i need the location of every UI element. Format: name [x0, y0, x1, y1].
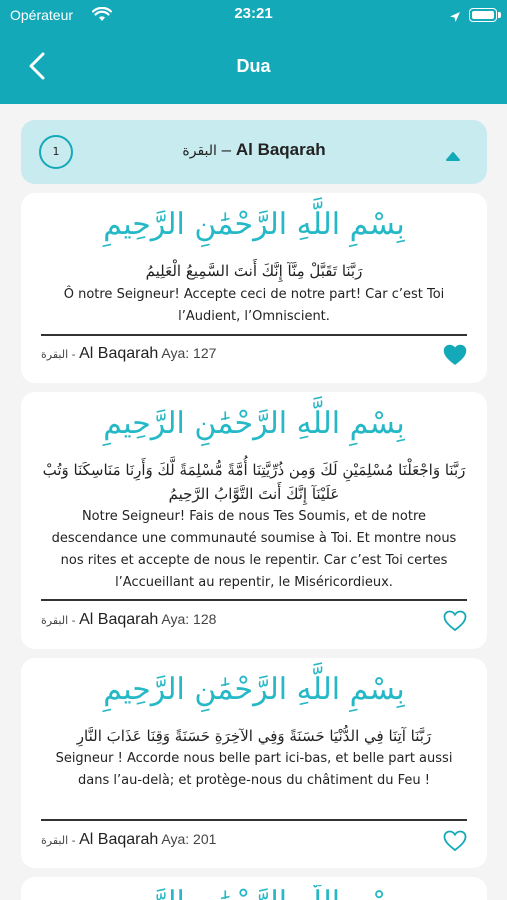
dua-card: بِسْمِ اللَّهِ الرَّحْمَٰنِ الرَّحِيمِ ر… — [21, 193, 487, 383]
clock: 23:21 — [234, 5, 273, 22]
page-title: Dua — [236, 56, 271, 76]
divider — [41, 334, 467, 336]
section-name: Al Baqarah — [235, 140, 326, 159]
dua-card-partial: بِسْمِ اللَّهِ الرَّحْمَٰنِ الرَّحِيمِ — [21, 877, 487, 900]
collapse-caret-icon[interactable] — [445, 146, 461, 165]
dua-arabic-text: رَبَّنَا تَقَبَّلْ مِنَّآ إِنَّكَ أَنتَ … — [145, 262, 363, 280]
reference-separator: - — [68, 614, 80, 627]
section-arabic-name: البقرة — [182, 143, 217, 159]
divider — [41, 599, 467, 601]
dua-translation: Ô notre Seigneur! Accepte ceci de notre … — [63, 287, 445, 324]
dua-arabic-text: رَبَّنَا آتِنَا فِي الدُّنْيَا حَسَنَةً … — [76, 727, 432, 745]
location-arrow-icon — [449, 8, 461, 27]
dua-reference: البقرة - Al Baqarah Aya: 201 — [41, 831, 216, 849]
favorite-heart-outline-icon[interactable] — [443, 610, 467, 632]
dua-arabic-text: رَبَّنَا وَاجْعَلْنَا مُسْلِمَيْنِ لَكَ … — [42, 461, 466, 503]
battery-icon — [469, 8, 501, 22]
surah-name: Al Baqarah — [79, 345, 159, 362]
section-title: البقرة – Al Baqarah — [91, 140, 417, 160]
dua-translation: Seigneur ! Accorde nous belle part ici-b… — [55, 751, 453, 788]
dua-card: بِسْمِ اللَّهِ الرَّحْمَٰنِ الرَّحِيمِ ر… — [21, 658, 487, 868]
divider — [41, 819, 467, 821]
bismillah-calligraphy: بِسْمِ اللَّهِ الرَّحْمَٰنِ الرَّحِيمِ — [103, 672, 405, 707]
status-bar: Opérateur 23:21 — [0, 0, 507, 32]
surah-arabic: البقرة — [41, 834, 69, 847]
dua-reference: البقرة - Al Baqarah Aya: 127 — [41, 345, 216, 363]
section-separator: – — [216, 140, 236, 159]
section-header-al-baqarah[interactable]: 1 البقرة – Al Baqarah — [21, 120, 487, 184]
reference-separator: - — [68, 348, 80, 361]
aya-number: Aya: 127 — [161, 345, 217, 361]
aya-number: Aya: 201 — [161, 831, 217, 847]
dua-translation: Notre Seigneur! Fais de nous Tes Soumis,… — [51, 509, 457, 590]
surah-name: Al Baqarah — [79, 831, 159, 848]
top-bar: Opérateur 23:21 Dua — [0, 0, 507, 104]
aya-number: Aya: 128 — [161, 611, 217, 627]
bismillah-calligraphy: بِسْمِ اللَّهِ الرَّحْمَٰنِ الرَّحِيمِ — [21, 885, 487, 900]
dua-card: بِسْمِ اللَّهِ الرَّحْمَٰنِ الرَّحِيمِ ر… — [21, 392, 487, 649]
surah-name: Al Baqarah — [79, 611, 159, 628]
bismillah-calligraphy: بِسْمِ اللَّهِ الرَّحْمَٰنِ الرَّحِيمِ — [103, 207, 405, 242]
favorite-heart-icon[interactable] — [443, 344, 467, 366]
bismillah-calligraphy: بِسْمِ اللَّهِ الرَّحْمَٰنِ الرَّحِيمِ — [103, 406, 405, 441]
surah-arabic: البقرة — [41, 614, 69, 627]
section-number-badge: 1 — [39, 135, 73, 169]
surah-arabic: البقرة — [41, 348, 69, 361]
favorite-heart-outline-icon[interactable] — [443, 830, 467, 852]
dua-reference: البقرة - Al Baqarah Aya: 128 — [41, 611, 216, 629]
reference-separator: - — [68, 834, 80, 847]
